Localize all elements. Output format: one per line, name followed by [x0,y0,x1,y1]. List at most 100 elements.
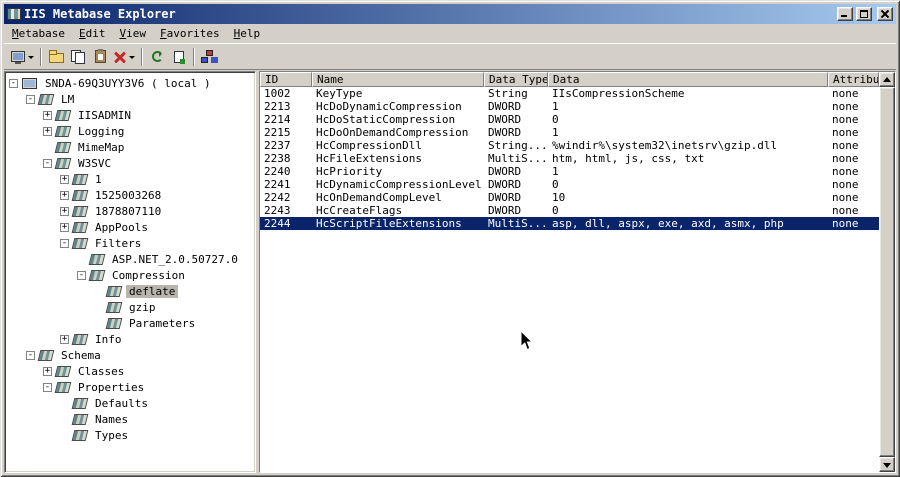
tree-item-schema[interactable]: - Schema [5,347,255,363]
cell-data: asp, dll, aspx, exe, axd, asmx, php [552,217,784,230]
cell-data: 0 [552,113,559,126]
scroll-down-arrow-icon [883,463,891,468]
expand-toggle-icon[interactable]: + [43,126,52,136]
title-bar[interactable]: IIS Metabase Explorer [4,4,896,24]
tree-item-w3svc[interactable]: - W3SVC [5,155,255,171]
network-button[interactable] [198,46,220,68]
tree-item-parameters[interactable]: Parameters [5,315,255,331]
vertical-scrollbar[interactable] [879,72,895,472]
menu-item-metabase[interactable]: Metabase [5,25,72,42]
tree-item-label: Classes [78,364,125,378]
column-header-attributes[interactable]: Attributes [828,72,879,87]
tree-item-label: Types [95,428,129,442]
menu-item-label: elp [240,27,261,40]
copy-button[interactable] [67,46,89,68]
column-header-data-type[interactable]: Data Type [484,72,548,87]
tree-item-iisadmin[interactable]: + IISADMIN [5,107,255,123]
scroll-up-button[interactable] [879,72,895,87]
expand-toggle-icon[interactable]: - [26,350,35,360]
table-row[interactable]: 2240 HcPriority DWORD 1 none [260,165,879,178]
tree-item-types[interactable]: Types [5,427,255,443]
table-row[interactable]: 2213 HcDoDynamicCompression DWORD 1 none [260,100,879,113]
metabase-node-icon [71,173,89,185]
menu-item-edit[interactable]: Edit [72,25,113,42]
expand-toggle-icon[interactable]: + [60,206,69,216]
cell-data-type: String... [488,139,548,152]
maximize-button[interactable] [856,7,872,21]
column-header-data[interactable]: Data [548,72,828,87]
table-row[interactable]: 2238 HcFileExtensions MultiS... htm, html, … [260,152,879,165]
tree-item-local-machine[interactable]: - SNDA-69Q3UYY3V6 ( local ) [5,75,255,91]
main-area: - SNDA-69Q3UYY3V6 ( local ) - LM + IISADMIN… [4,71,896,473]
column-header-id[interactable]: ID [260,72,312,87]
expand-toggle-icon[interactable]: + [60,174,69,184]
tree-item-compression[interactable]: - Compression [5,267,255,283]
expand-toggle-icon[interactable]: + [43,366,52,376]
cell-attributes: none [832,178,859,191]
expand-toggle-icon[interactable]: + [43,110,52,120]
tree-item-site-1[interactable]: +1 [5,171,255,187]
tree-item-site-1525003268[interactable]: +1525003268 [5,187,255,203]
scroll-down-button[interactable] [879,457,895,472]
cell-name: HcCompressionDll [316,139,422,152]
tree-item-label: Logging [78,124,125,138]
menu-item-help[interactable]: Help [227,25,268,42]
minimize-button[interactable] [837,7,853,21]
expand-toggle-icon[interactable]: - [43,382,52,392]
tree-item-logging[interactable]: + Logging [5,123,255,139]
table-row-selected[interactable]: 2244 HcScriptFileExtensions MultiS... asp, … [260,217,879,230]
column-header-name[interactable]: Name [312,72,484,87]
tree-item-apppools[interactable]: + AppPools [5,219,255,235]
table-row[interactable]: 2243 HcCreateFlags DWORD 0 none [260,204,879,217]
table-row[interactable]: 2237 HcCompressionDll String... %windir%\sy… [260,139,879,152]
expand-toggle-icon[interactable]: + [60,222,69,232]
tree-item-lm[interactable]: - LM [5,91,255,107]
export-button[interactable] [168,46,190,68]
expand-toggle-icon[interactable]: - [9,78,18,88]
expand-toggle-icon[interactable]: - [26,94,35,104]
menu-item-favorites[interactable]: Favorites [153,25,227,42]
refresh-button[interactable] [146,46,168,68]
tree-item-label: Defaults [95,396,148,410]
tree-item-label: ASP.NET_2.0.50727.0 [112,252,238,266]
connect-button[interactable] [8,46,37,68]
table-row[interactable]: 1002 KeyType String IIsCompressionScheme non… [260,87,879,100]
tree-item-label: Info [95,332,122,346]
tree-item-gzip[interactable]: gzip [5,299,255,315]
tree-item-names[interactable]: Names [5,411,255,427]
table-row[interactable]: 2215 HcDoOnDemandCompression DWORD 1 none [260,126,879,139]
metabase-node-icon [54,381,72,393]
menu-item-label: etabase [18,27,65,40]
scrollbar-thumb[interactable] [879,87,895,457]
cell-attributes: none [832,165,859,178]
paste-button[interactable] [89,46,111,68]
tree-item-properties[interactable]: - Properties [5,379,255,395]
menu-item-view[interactable]: View [112,25,153,42]
tree-item-info[interactable]: + Info [5,331,255,347]
tree-item-site-1878807110[interactable]: +1878807110 [5,203,255,219]
metabase-node-icon [71,205,89,217]
table-row[interactable]: 2242 HcOnDemandCompLevel DWORD 10 none [260,191,879,204]
app-icon [7,8,21,20]
close-button[interactable] [877,7,893,21]
tree-item-filters[interactable]: - Filters [5,235,255,251]
tree-item-mimemap[interactable]: MimeMap [5,139,255,155]
table-row[interactable]: 2241 HcDynamicCompressionLevel DWORD 0 none [260,178,879,191]
maximize-icon [860,10,868,18]
table-row[interactable]: 2214 HcDoStaticCompression DWORD 0 none [260,113,879,126]
expand-toggle-icon[interactable]: - [77,270,86,280]
new-key-button[interactable] [45,46,67,68]
expand-toggle-icon[interactable]: - [60,238,69,248]
expand-toggle-icon[interactable]: + [60,190,69,200]
cell-id: 2215 [264,126,291,139]
tree-item-classes[interactable]: + Classes [5,363,255,379]
tree-item-deflate[interactable]: deflate [5,283,255,299]
expand-toggle-icon[interactable]: - [43,158,52,168]
tree-item-label: Parameters [129,316,196,330]
delete-button[interactable] [111,46,138,68]
tree-item-aspnet[interactable]: ASP.NET_2.0.50727.0 [5,251,255,267]
menu-item-label: dit [85,27,106,40]
expand-toggle-icon[interactable]: + [60,334,69,344]
tree-item-defaults[interactable]: Defaults [5,395,255,411]
cell-data-type: DWORD [488,178,522,191]
